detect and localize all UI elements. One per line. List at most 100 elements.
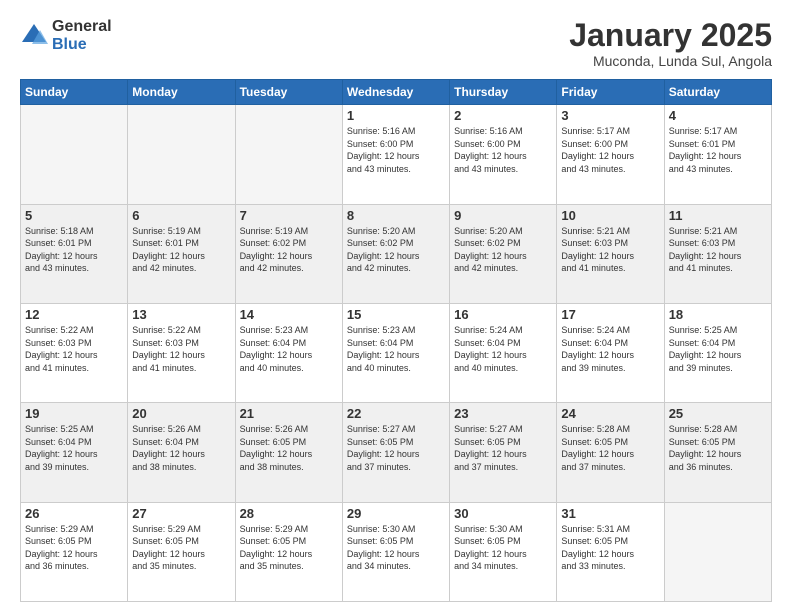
day-info: Sunrise: 5:27 AM Sunset: 6:05 PM Dayligh… <box>454 423 552 473</box>
calendar-table: Sunday Monday Tuesday Wednesday Thursday… <box>20 79 772 602</box>
table-row <box>664 502 771 601</box>
table-row: 23 Sunrise: 5:27 AM Sunset: 6:05 PM Dayli… <box>450 403 557 502</box>
table-row: 10 Sunrise: 5:21 AM Sunset: 6:03 PM Dayli… <box>557 204 664 303</box>
calendar-body: 1 Sunrise: 5:16 AM Sunset: 6:00 PM Daylig… <box>21 105 772 602</box>
day-number: 10 <box>561 208 659 223</box>
day-info: Sunrise: 5:24 AM Sunset: 6:04 PM Dayligh… <box>561 324 659 374</box>
day-info: Sunrise: 5:30 AM Sunset: 6:05 PM Dayligh… <box>454 523 552 573</box>
col-thursday: Thursday <box>450 80 557 105</box>
day-number: 17 <box>561 307 659 322</box>
page: General Blue January 2025 Muconda, Lunda… <box>0 0 792 612</box>
day-info: Sunrise: 5:25 AM Sunset: 6:04 PM Dayligh… <box>25 423 123 473</box>
calendar-week-row: 26Sunrise: 5:29 AM Sunset: 6:05 PM Dayli… <box>21 502 772 601</box>
table-row: 1 Sunrise: 5:16 AM Sunset: 6:00 PM Daylig… <box>342 105 449 204</box>
table-row: 21Sunrise: 5:26 AM Sunset: 6:05 PM Dayli… <box>235 403 342 502</box>
day-info: Sunrise: 5:30 AM Sunset: 6:05 PM Dayligh… <box>347 523 445 573</box>
day-info: Sunrise: 5:19 AM Sunset: 6:01 PM Dayligh… <box>132 225 230 275</box>
calendar-header-row: Sunday Monday Tuesday Wednesday Thursday… <box>21 80 772 105</box>
month-title: January 2025 <box>569 18 772 53</box>
table-row: 15Sunrise: 5:23 AM Sunset: 6:04 PM Dayli… <box>342 303 449 402</box>
table-row: 28Sunrise: 5:29 AM Sunset: 6:05 PM Dayli… <box>235 502 342 601</box>
table-row: 2Sunrise: 5:16 AM Sunset: 6:00 PM Daylig… <box>450 105 557 204</box>
logo-blue: Blue <box>52 36 112 54</box>
day-info: Sunrise: 5:26 AM Sunset: 6:04 PM Dayligh… <box>132 423 230 473</box>
table-row: 13Sunrise: 5:22 AM Sunset: 6:03 PM Dayli… <box>128 303 235 402</box>
day-number: 23 <box>454 406 552 421</box>
calendar-week-row: 1 Sunrise: 5:16 AM Sunset: 6:00 PM Daylig… <box>21 105 772 204</box>
day-info: Sunrise: 5:21 AM Sunset: 6:03 PM Dayligh… <box>561 225 659 275</box>
day-info: Sunrise: 5:20 AM Sunset: 6:02 PM Dayligh… <box>454 225 552 275</box>
day-info: Sunrise: 5:21 AM Sunset: 6:03 PM Dayligh… <box>669 225 767 275</box>
calendar-week-row: 12 Sunrise: 5:22 AM Sunset: 6:03 PM Dayli… <box>21 303 772 402</box>
col-tuesday: Tuesday <box>235 80 342 105</box>
day-number: 22 <box>347 406 445 421</box>
day-number: 4 <box>669 108 767 123</box>
table-row: 24Sunrise: 5:28 AM Sunset: 6:05 PM Dayli… <box>557 403 664 502</box>
day-number: 8 <box>347 208 445 223</box>
table-row <box>128 105 235 204</box>
day-number: 11 <box>669 208 767 223</box>
table-row: 3 Sunrise: 5:17 AM Sunset: 6:00 PM Daylig… <box>557 105 664 204</box>
day-number: 3 <box>561 108 659 123</box>
day-number: 9 <box>454 208 552 223</box>
day-number: 31 <box>561 506 659 521</box>
calendar-week-row: 5 Sunrise: 5:18 AM Sunset: 6:01 PM Daylig… <box>21 204 772 303</box>
day-number: 12 <box>25 307 123 322</box>
logo-icon <box>20 22 48 50</box>
table-row <box>21 105 128 204</box>
logo-general: General <box>52 18 112 36</box>
day-number: 29 <box>347 506 445 521</box>
day-info: Sunrise: 5:17 AM Sunset: 6:01 PM Dayligh… <box>669 125 767 175</box>
table-row: 20 Sunrise: 5:26 AM Sunset: 6:04 PM Dayli… <box>128 403 235 502</box>
table-row: 12 Sunrise: 5:22 AM Sunset: 6:03 PM Dayli… <box>21 303 128 402</box>
col-saturday: Saturday <box>664 80 771 105</box>
day-info: Sunrise: 5:27 AM Sunset: 6:05 PM Dayligh… <box>347 423 445 473</box>
logo: General Blue <box>20 18 112 53</box>
day-number: 1 <box>347 108 445 123</box>
table-row: 26Sunrise: 5:29 AM Sunset: 6:05 PM Dayli… <box>21 502 128 601</box>
table-row: 17 Sunrise: 5:24 AM Sunset: 6:04 PM Dayli… <box>557 303 664 402</box>
day-number: 25 <box>669 406 767 421</box>
table-row: 14 Sunrise: 5:23 AM Sunset: 6:04 PM Dayli… <box>235 303 342 402</box>
day-number: 6 <box>132 208 230 223</box>
day-info: Sunrise: 5:19 AM Sunset: 6:02 PM Dayligh… <box>240 225 338 275</box>
day-number: 18 <box>669 307 767 322</box>
day-info: Sunrise: 5:23 AM Sunset: 6:04 PM Dayligh… <box>240 324 338 374</box>
col-monday: Monday <box>128 80 235 105</box>
day-info: Sunrise: 5:22 AM Sunset: 6:03 PM Dayligh… <box>25 324 123 374</box>
col-wednesday: Wednesday <box>342 80 449 105</box>
day-info: Sunrise: 5:29 AM Sunset: 6:05 PM Dayligh… <box>132 523 230 573</box>
day-number: 20 <box>132 406 230 421</box>
table-row: 30Sunrise: 5:30 AM Sunset: 6:05 PM Dayli… <box>450 502 557 601</box>
day-info: Sunrise: 5:16 AM Sunset: 6:00 PM Dayligh… <box>347 125 445 175</box>
day-number: 19 <box>25 406 123 421</box>
table-row: 4 Sunrise: 5:17 AM Sunset: 6:01 PM Daylig… <box>664 105 771 204</box>
col-sunday: Sunday <box>21 80 128 105</box>
day-number: 14 <box>240 307 338 322</box>
day-info: Sunrise: 5:29 AM Sunset: 6:05 PM Dayligh… <box>25 523 123 573</box>
day-info: Sunrise: 5:20 AM Sunset: 6:02 PM Dayligh… <box>347 225 445 275</box>
day-info: Sunrise: 5:31 AM Sunset: 6:05 PM Dayligh… <box>561 523 659 573</box>
day-number: 28 <box>240 506 338 521</box>
day-info: Sunrise: 5:18 AM Sunset: 6:01 PM Dayligh… <box>25 225 123 275</box>
table-row <box>235 105 342 204</box>
day-info: Sunrise: 5:28 AM Sunset: 6:05 PM Dayligh… <box>561 423 659 473</box>
table-row: 19 Sunrise: 5:25 AM Sunset: 6:04 PM Dayli… <box>21 403 128 502</box>
day-info: Sunrise: 5:28 AM Sunset: 6:05 PM Dayligh… <box>669 423 767 473</box>
table-row: 22 Sunrise: 5:27 AM Sunset: 6:05 PM Dayli… <box>342 403 449 502</box>
day-number: 7 <box>240 208 338 223</box>
table-row: 16Sunrise: 5:24 AM Sunset: 6:04 PM Dayli… <box>450 303 557 402</box>
day-info: Sunrise: 5:23 AM Sunset: 6:04 PM Dayligh… <box>347 324 445 374</box>
col-friday: Friday <box>557 80 664 105</box>
table-row: 7 Sunrise: 5:19 AM Sunset: 6:02 PM Daylig… <box>235 204 342 303</box>
table-row: 8 Sunrise: 5:20 AM Sunset: 6:02 PM Daylig… <box>342 204 449 303</box>
table-row: 27Sunrise: 5:29 AM Sunset: 6:05 PM Dayli… <box>128 502 235 601</box>
calendar-week-row: 19 Sunrise: 5:25 AM Sunset: 6:04 PM Dayli… <box>21 403 772 502</box>
table-row: 25 Sunrise: 5:28 AM Sunset: 6:05 PM Dayli… <box>664 403 771 502</box>
day-number: 5 <box>25 208 123 223</box>
day-info: Sunrise: 5:17 AM Sunset: 6:00 PM Dayligh… <box>561 125 659 175</box>
logo-text: General Blue <box>52 18 112 53</box>
location-subtitle: Muconda, Lunda Sul, Angola <box>569 53 772 69</box>
day-info: Sunrise: 5:24 AM Sunset: 6:04 PM Dayligh… <box>454 324 552 374</box>
day-number: 21 <box>240 406 338 421</box>
